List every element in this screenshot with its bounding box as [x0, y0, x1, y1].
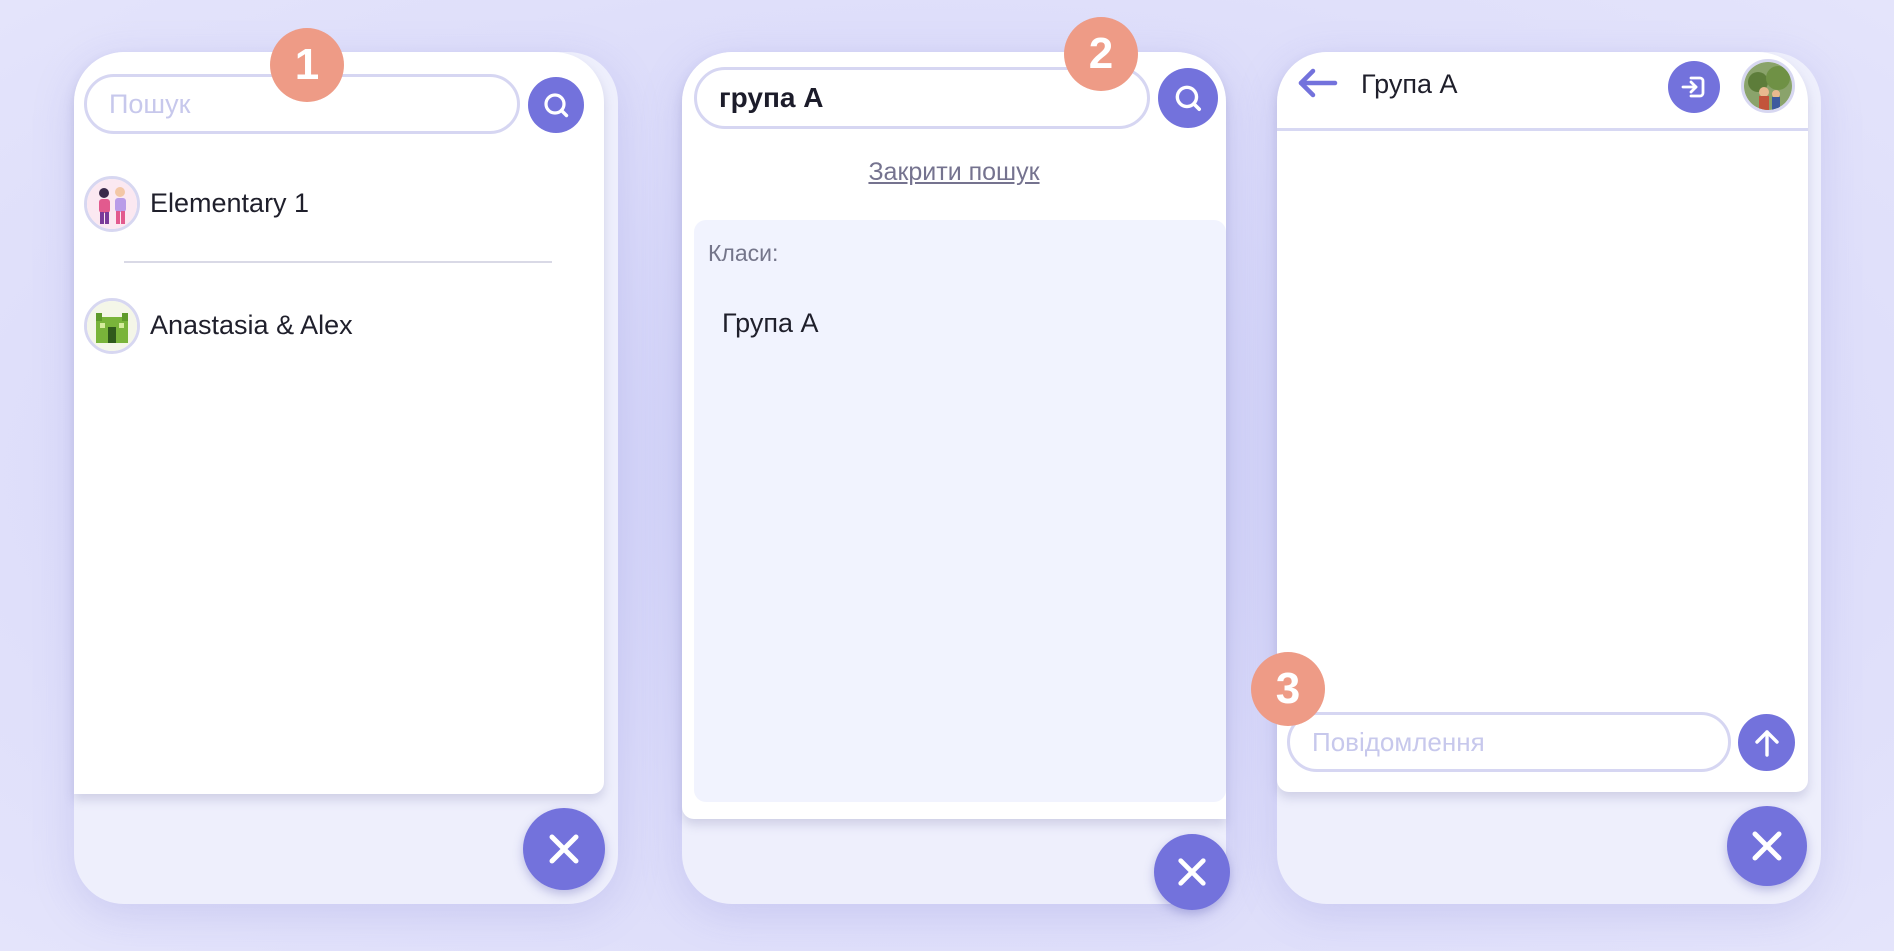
search-button[interactable] [1158, 68, 1218, 128]
search-icon [1175, 85, 1202, 112]
close-chat-button[interactable] [523, 808, 605, 890]
building-illustration-icon [84, 298, 140, 354]
chat-conversation-panel: Група А Повідомлення 3 [1251, 52, 1821, 904]
chat-title: Група А [1361, 69, 1458, 99]
conversation-card: Група А Повідомлення [1277, 52, 1808, 792]
search-button[interactable] [528, 77, 584, 133]
close-chat-button[interactable] [1154, 834, 1230, 910]
exit-icon [1681, 76, 1705, 98]
chat-list-item[interactable]: Anastasia & Alex [84, 298, 584, 356]
results-heading: Класи: [708, 240, 779, 266]
search-results-card: група А Закрити пошук Класи: Група А [682, 52, 1226, 819]
close-icon [1178, 858, 1206, 886]
chat-list-panel: Пошук Elementary 1 Anastasia & Alex 1 [74, 28, 618, 904]
divider [124, 261, 552, 263]
close-search-link[interactable]: Закрити пошук [682, 158, 1226, 187]
chat-name: Anastasia & Alex [150, 310, 353, 340]
chat-avatar[interactable] [1741, 59, 1795, 113]
exit-button[interactable] [1668, 61, 1720, 113]
arrow-up-icon [1754, 729, 1779, 757]
group-illustration-icon [84, 176, 140, 232]
step-badge: 1 [270, 28, 344, 102]
arrow-left-icon[interactable] [1295, 67, 1339, 99]
step-badge: 3 [1251, 652, 1325, 726]
message-input[interactable]: Повідомлення [1287, 712, 1731, 772]
chat-name: Elementary 1 [150, 188, 310, 218]
chat-list-card: Пошук Elementary 1 Anastasia & Alex [74, 52, 604, 794]
step-badge: 2 [1064, 17, 1138, 91]
close-icon [1752, 831, 1782, 861]
send-button[interactable] [1738, 714, 1795, 771]
search-results-panel: група А Закрити пошук Класи: Група А 2 [682, 17, 1230, 910]
close-chat-button[interactable] [1727, 806, 1807, 886]
results-box: Класи: Група А [694, 220, 1226, 802]
chat-list-item[interactable]: Elementary 1 [84, 176, 584, 234]
search-icon [544, 93, 569, 118]
result-item[interactable]: Група А [722, 308, 818, 339]
chat-header: Група А [1277, 52, 1808, 131]
close-icon [549, 834, 579, 864]
